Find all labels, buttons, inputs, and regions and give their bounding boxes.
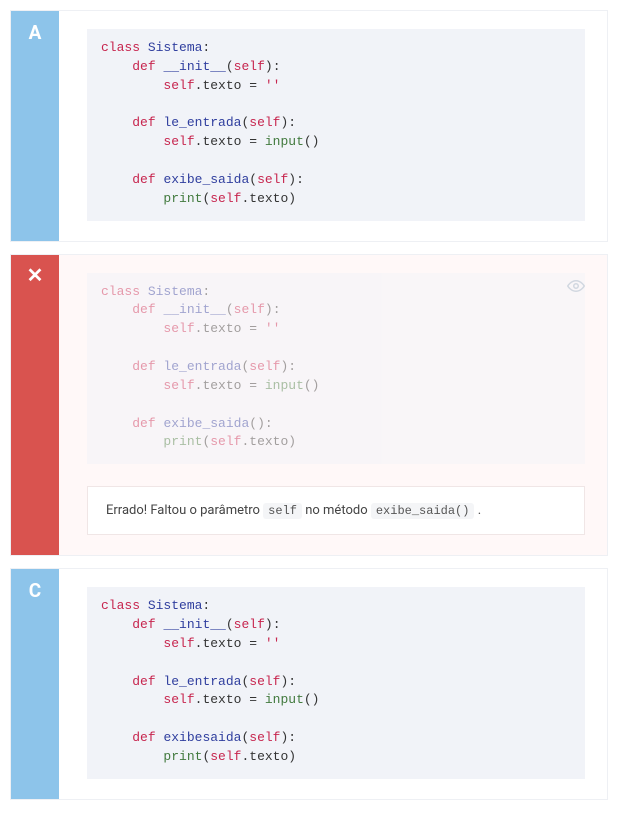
option-letter: C xyxy=(11,569,59,799)
feedback-message: Errado! Faltou o parâmetro self no métod… xyxy=(87,486,585,535)
option-content: class Sistema: def __init__(self): self.… xyxy=(59,11,607,241)
feedback-text: Errado! Faltou o parâmetro xyxy=(106,503,263,518)
option-a[interactable]: Aclass Sistema: def __init__(self): self… xyxy=(10,10,608,242)
option-letter: A xyxy=(11,11,59,241)
feedback-text: no método xyxy=(302,503,371,518)
code-block: class Sistema: def __init__(self): self.… xyxy=(87,273,585,465)
code-block: class Sistema: def __init__(self): self.… xyxy=(87,587,585,779)
option-content: class Sistema: def __init__(self): self.… xyxy=(59,569,607,799)
option-status-wrong-icon: ✕ xyxy=(11,255,59,556)
option-c[interactable]: Cclass Sistema: def __init__(self): self… xyxy=(10,568,608,800)
close-icon: ✕ xyxy=(27,265,44,285)
inline-code: exibe_saida() xyxy=(371,503,475,519)
option-content: class Sistema: def __init__(self): self.… xyxy=(59,255,607,556)
inline-code: self xyxy=(263,503,302,519)
code-block: class Sistema: def __init__(self): self.… xyxy=(87,29,585,221)
option-x[interactable]: ✕ class Sistema: def __init__(self): self… xyxy=(10,254,608,557)
feedback-text: . xyxy=(474,503,481,518)
